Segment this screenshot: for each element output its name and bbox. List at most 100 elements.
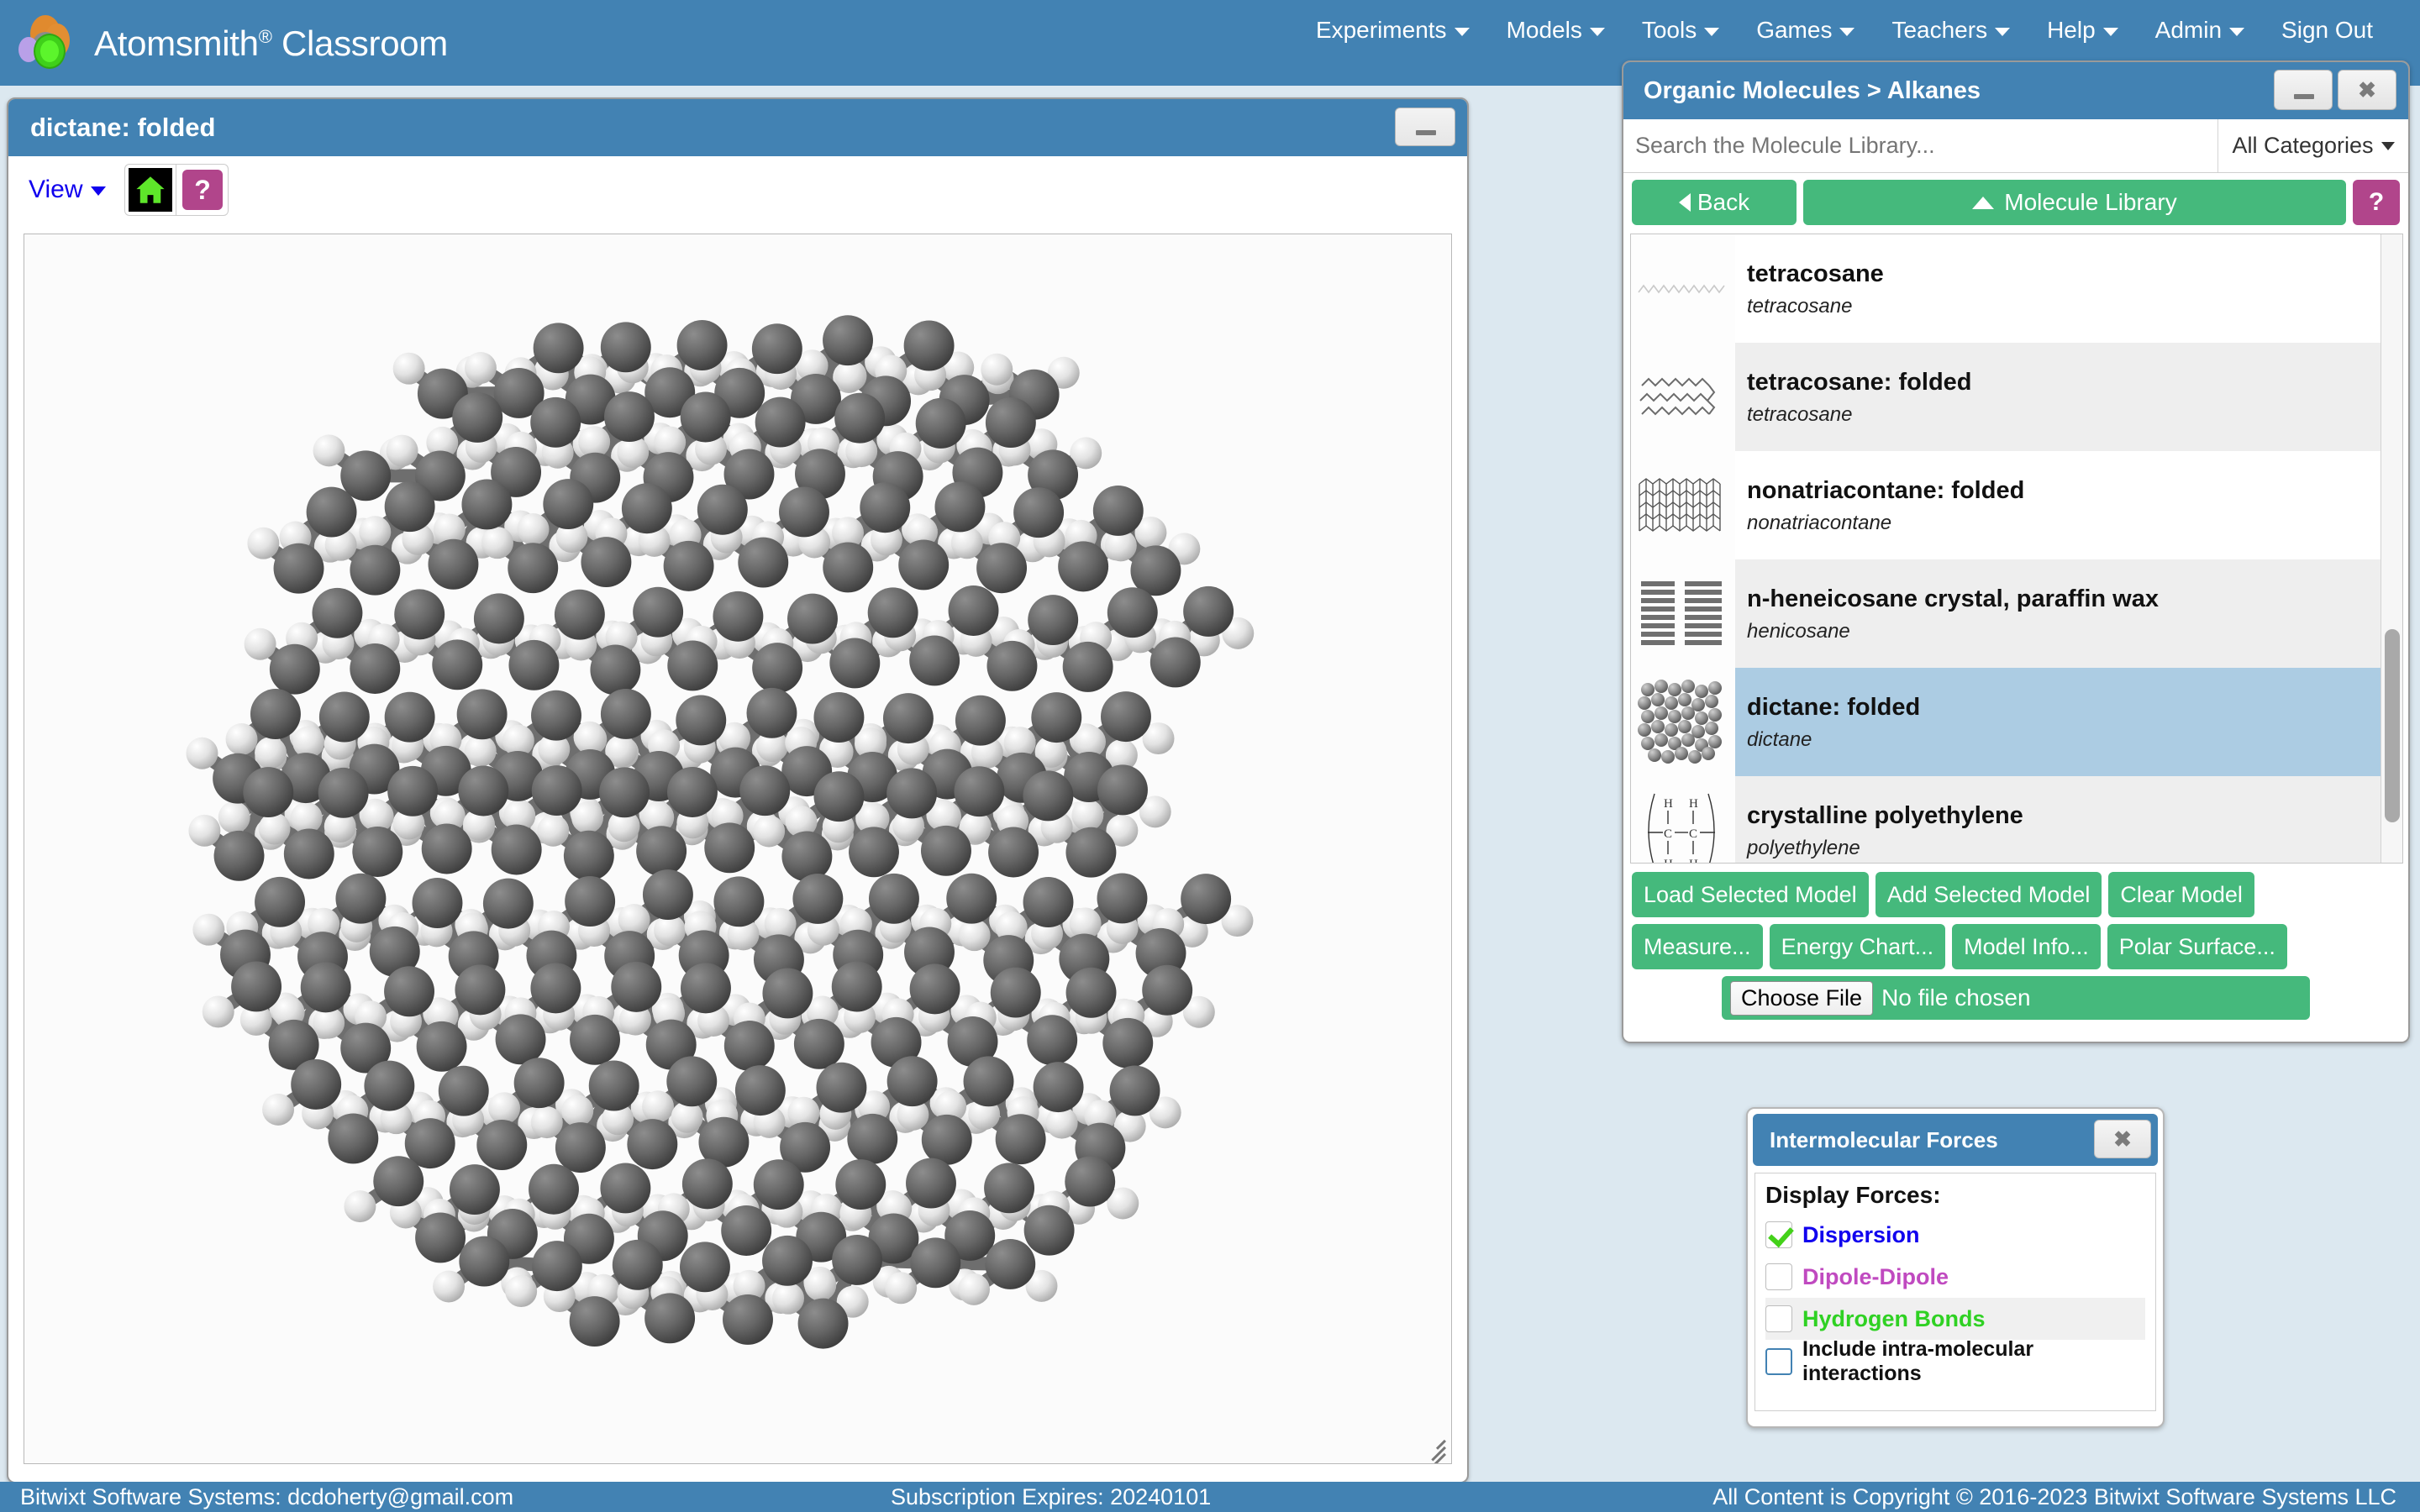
brand-suffix: Classroom: [281, 24, 448, 63]
category-dropdown[interactable]: All Categories: [2218, 119, 2408, 172]
list-item[interactable]: n-heneicosane crystal, paraffin wax heni…: [1631, 559, 2381, 668]
molecule-formula: dictane: [1747, 727, 1812, 751]
scrollbar-thumb[interactable]: [2385, 629, 2400, 822]
atom-cluster-logo-icon: [18, 15, 77, 72]
nav-label: Tools: [1641, 17, 1697, 43]
svg-text:C: C: [1664, 827, 1672, 841]
chevron-down-icon: [1839, 27, 1855, 36]
molecule-name: tetracosane: [1747, 260, 1884, 288]
model-info-button[interactable]: Model Info...: [1952, 924, 2101, 969]
library-close-button[interactable]: ✖: [2338, 70, 2396, 110]
close-icon: ✖: [2358, 76, 2376, 102]
library-breadcrumb: Organic Molecules > Alkanes: [1644, 76, 1981, 104]
home-button[interactable]: [124, 164, 177, 216]
nav-item-sign-out[interactable]: Sign Out: [2263, 12, 2391, 49]
model-window: dictane: folded View ?: [7, 97, 1469, 1483]
polar-surface-button[interactable]: Polar Surface...: [2107, 924, 2287, 969]
chevron-left-icon: [1678, 193, 1691, 212]
force-option-hydrogen-bonds[interactable]: Hydrogen Bonds: [1765, 1298, 2145, 1340]
list-item[interactable]: tetracosane: folded tetracosane: [1631, 343, 2381, 451]
molecule-name: n-heneicosane crystal, paraffin wax: [1747, 585, 2159, 613]
choose-file-button[interactable]: Choose File: [1730, 980, 1874, 1016]
add-selected-model-button[interactable]: Add Selected Model: [1875, 872, 2102, 917]
crystal-stack-icon: [1641, 580, 1722, 645]
molecule-thumbnail-structural-formula: H H C C H H n: [1631, 776, 1735, 864]
application-root: Atomsmith® Classroom Experiments Models …: [0, 0, 2420, 1512]
footer-bar: Bitwixt Software Systems: dcdoherty@gmai…: [0, 1482, 2420, 1512]
nav-item-games[interactable]: Games: [1738, 12, 1873, 49]
molecule-3d-viewer[interactable]: [24, 234, 1452, 1464]
structural-formula-icon: H H C C H H n: [1648, 793, 1718, 864]
library-minimize-button[interactable]: [2274, 70, 2333, 110]
molecule-name: crystalline polyethylene: [1747, 802, 2023, 830]
molecule-library-button[interactable]: Molecule Library: [1803, 180, 2346, 225]
nav-label: Teachers: [1891, 17, 1988, 43]
molecule-formula: tetracosane: [1747, 294, 1853, 318]
model-window-minimize-button[interactable]: [1395, 108, 1455, 146]
imf-close-button[interactable]: ✖: [2094, 1120, 2151, 1158]
nav-item-admin[interactable]: Admin: [2137, 12, 2263, 49]
svg-text:H: H: [1689, 858, 1698, 864]
intra-molecular-checkbox[interactable]: [1765, 1348, 1792, 1375]
model-help-button[interactable]: ?: [176, 164, 229, 216]
imf-titlebar: Intermolecular Forces ✖: [1753, 1114, 2158, 1166]
svg-text:C: C: [1689, 827, 1697, 841]
footer-copyright-text: All Content is Copyright © 2016-2023 Bit…: [1712, 1483, 2396, 1509]
nav-item-help[interactable]: Help: [2028, 12, 2137, 49]
molecule-thumbnail-zigzag-chain: [1631, 234, 1735, 343]
list-item[interactable]: tetracosane tetracosane: [1631, 234, 2381, 343]
file-upload-row: Choose File No file chosen: [1632, 976, 2400, 1020]
question-mark-icon: ?: [182, 170, 223, 210]
chevron-down-icon: [2229, 27, 2245, 36]
model-toolbar: View ?: [8, 156, 1467, 223]
library-window-controls: ✖: [2274, 70, 2396, 110]
molecule-list[interactable]: tetracosane tetracosane tetracosane: fol…: [1630, 234, 2403, 864]
nav-menu: Experiments Models Tools Games Teachers …: [1297, 0, 2391, 60]
back-label: Back: [1697, 189, 1750, 215]
brand-title: Atomsmith® Classroom: [94, 24, 448, 64]
clear-model-button[interactable]: Clear Model: [2108, 872, 2254, 917]
list-item[interactable]: H H C C H H n: [1631, 776, 2381, 864]
svg-text:H: H: [1664, 797, 1673, 811]
file-input[interactable]: Choose File No file chosen: [1722, 976, 2310, 1020]
chevron-up-icon: [1972, 196, 1995, 209]
nav-item-tools[interactable]: Tools: [1623, 12, 1738, 49]
view-menu-button[interactable]: View: [29, 176, 107, 204]
back-button[interactable]: Back: [1632, 180, 1797, 225]
molecule-list-scrollbar[interactable]: [2381, 234, 2402, 863]
hydrogen-bonds-checkbox[interactable]: [1765, 1305, 1792, 1332]
chevron-down-icon: [1704, 27, 1720, 36]
svg-text:H: H: [1689, 797, 1698, 811]
list-item-selected[interactable]: dictane: folded dictane: [1631, 668, 2381, 776]
nav-item-experiments[interactable]: Experiments: [1297, 12, 1488, 49]
hydrogen-bonds-label: Hydrogen Bonds: [1802, 1305, 1986, 1331]
model-window-titlebar: dictane: folded: [8, 99, 1467, 156]
molecule-thumbnail-crystal-stack: [1631, 559, 1735, 668]
molecule-info: nonatriacontane: folded nonatriacontane: [1735, 451, 2381, 559]
load-selected-model-button[interactable]: Load Selected Model: [1632, 872, 1869, 917]
dipole-dipole-checkbox[interactable]: [1765, 1263, 1792, 1290]
resize-handle[interactable]: [1418, 1430, 1446, 1463]
dispersion-label: Dispersion: [1802, 1221, 1920, 1247]
dipole-dipole-label: Dipole-Dipole: [1802, 1263, 1949, 1289]
molecule-formula: nonatriacontane: [1747, 511, 1892, 534]
force-option-dispersion[interactable]: Dispersion: [1765, 1214, 2145, 1256]
dispersion-checkbox[interactable]: [1765, 1221, 1792, 1248]
nav-item-teachers[interactable]: Teachers: [1873, 12, 2028, 49]
measure-button[interactable]: Measure...: [1632, 924, 1763, 969]
chevron-down-icon: [2102, 27, 2118, 36]
category-label: All Categories: [2232, 133, 2374, 158]
view-menu-label: View: [29, 176, 83, 203]
molecule-info: tetracosane: folded tetracosane: [1735, 343, 2381, 451]
intra-molecular-option[interactable]: Include intra-molecular interactions: [1765, 1337, 2145, 1385]
library-titlebar: Organic Molecules > Alkanes ✖: [1623, 62, 2408, 119]
library-help-button[interactable]: ?: [2353, 180, 2400, 225]
energy-chart-button[interactable]: Energy Chart...: [1769, 924, 1946, 969]
force-option-dipole-dipole[interactable]: Dipole-Dipole: [1765, 1256, 2145, 1298]
library-nav-buttons: Back Molecule Library ?: [1623, 173, 2408, 232]
search-input[interactable]: [1623, 119, 2218, 172]
list-item[interactable]: nonatriacontane: folded nonatriacontane: [1631, 451, 2381, 559]
molecule-name: tetracosane: folded: [1747, 369, 1972, 396]
nav-item-models[interactable]: Models: [1488, 12, 1623, 49]
molecule-name: nonatriacontane: folded: [1747, 477, 2025, 505]
